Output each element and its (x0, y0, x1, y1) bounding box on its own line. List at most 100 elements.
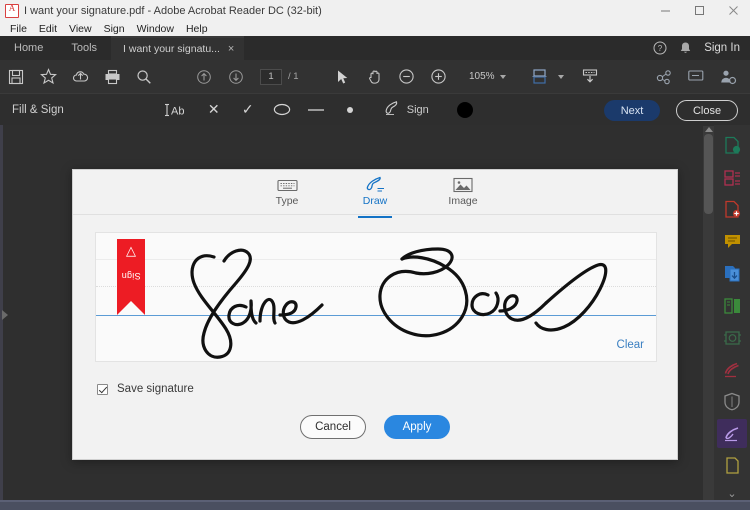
tab-document-label: I want your signatu... (123, 43, 220, 55)
rail-item-fill-sign[interactable] (717, 419, 747, 448)
save-icon[interactable] (0, 60, 32, 93)
rail-item-more-tools[interactable] (717, 451, 747, 480)
tab-type-label: Type (276, 195, 299, 207)
circle-tool[interactable] (272, 100, 292, 120)
notification-bell-icon[interactable] (679, 41, 692, 55)
select-cursor-icon[interactable] (327, 60, 359, 93)
fill-sign-title: Fill & Sign (12, 104, 64, 116)
dot-tool[interactable] (340, 100, 360, 120)
rail-item-protect[interactable] (717, 387, 747, 416)
add-bookmark-star-icon[interactable] (32, 60, 64, 93)
tab-tools[interactable]: Tools (57, 42, 111, 54)
rail-item-create-pdf[interactable] (717, 131, 747, 160)
window-controls (648, 0, 750, 21)
menu-window[interactable]: Window (131, 23, 180, 35)
next-button[interactable]: Next (604, 100, 660, 121)
pdf-document-icon (5, 4, 19, 18)
menu-edit[interactable]: Edit (33, 23, 63, 35)
svg-text:?: ? (658, 44, 663, 53)
acrobat-reader-window: I want your signature.pdf - Adobe Acroba… (0, 0, 750, 510)
tab-type[interactable]: Type (258, 176, 316, 209)
rail-item-export-pdf[interactable] (717, 195, 747, 224)
rail-item-organize-pages[interactable] (717, 163, 747, 192)
color-swatch-button[interactable] (457, 102, 473, 118)
line-tool[interactable] (306, 100, 326, 120)
signature-mode-tabs: Type Draw Image (73, 170, 677, 215)
fill-sign-toolbar: Fill & Sign Ab ✕ ✓ Sign Next Close (0, 93, 750, 125)
print-icon[interactable] (96, 60, 128, 93)
tab-home[interactable]: Home (0, 42, 57, 54)
page-current-input[interactable]: 1 (260, 69, 282, 85)
sign-in-button[interactable]: Sign In (704, 42, 744, 54)
help-circle-icon[interactable]: ? (653, 41, 667, 55)
tab-strip: Home Tools I want your signatu... × (0, 36, 750, 60)
chevron-down-icon[interactable] (500, 75, 506, 79)
save-signature-checkbox[interactable] (97, 384, 108, 395)
dialog-actions: Cancel Apply (73, 415, 677, 439)
menu-help[interactable]: Help (180, 23, 214, 35)
zoom-level-label: 105% (467, 71, 495, 82)
os-taskbar (0, 500, 750, 510)
save-signature-row[interactable]: Save signature (97, 383, 194, 395)
rail-more-chevron-icon[interactable]: ⌄ (727, 487, 736, 500)
hand-pan-icon[interactable] (359, 60, 391, 93)
tools-rail: ⌄ (714, 125, 750, 500)
minimize-icon[interactable] (648, 0, 682, 21)
tabstrip-right-controls: ? Sign In (653, 36, 744, 60)
zoom-out-icon[interactable] (391, 60, 423, 93)
upload-cloud-icon[interactable] (64, 60, 96, 93)
expand-left-panel-icon[interactable] (2, 310, 8, 320)
fill-sign-icon[interactable] (712, 60, 744, 93)
comment-icon[interactable] (680, 60, 712, 93)
signature-dialog: Type Draw Image △ (72, 169, 678, 460)
zoom-in-icon[interactable] (423, 60, 455, 93)
search-icon[interactable] (128, 60, 160, 93)
menu-file[interactable]: File (4, 23, 33, 35)
menu-bar: File Edit View Sign Window Help (0, 21, 750, 36)
signature-canvas[interactable]: △ Sign (95, 232, 657, 362)
rail-item-request-signatures[interactable] (717, 355, 747, 384)
cross-mark-tool[interactable]: ✕ (204, 100, 224, 120)
add-text-tool[interactable]: Ab (164, 100, 190, 120)
fit-page-icon[interactable] (524, 60, 556, 93)
rail-item-compress[interactable] (717, 259, 747, 288)
title-bar: I want your signature.pdf - Adobe Acroba… (0, 0, 750, 21)
close-tab-icon[interactable]: × (228, 43, 234, 55)
sign-tool-button[interactable]: Sign (384, 100, 429, 119)
tab-draw[interactable]: Draw (346, 176, 404, 209)
close-button[interactable]: Close (676, 100, 738, 121)
share-icon[interactable] (648, 60, 680, 93)
tab-image-label: Image (448, 195, 477, 207)
page-number-field[interactable]: 1 / 1 (260, 69, 299, 85)
apply-button[interactable]: Apply (384, 415, 450, 439)
zoom-level-control[interactable]: 105% (467, 71, 506, 82)
image-picture-icon (453, 176, 473, 193)
checkmark-tool[interactable]: ✓ (238, 100, 258, 120)
cancel-button[interactable]: Cancel (300, 415, 366, 439)
save-signature-label: Save signature (117, 383, 194, 395)
menu-sign[interactable]: Sign (98, 23, 131, 35)
rail-item-comment[interactable] (717, 227, 747, 256)
vertical-scrollbar[interactable] (703, 126, 714, 500)
keyboard-icon (277, 176, 298, 193)
page-scroll-icon[interactable] (574, 60, 606, 93)
signature-drawing (96, 233, 657, 362)
maximize-icon[interactable] (682, 0, 716, 21)
main-toolbar: 1 / 1 105% (0, 60, 750, 93)
tab-document[interactable]: I want your signatu... × (111, 36, 244, 60)
rail-item-edit-pdf[interactable] (717, 291, 747, 320)
menu-view[interactable]: View (63, 23, 98, 35)
draw-pen-icon (364, 176, 386, 193)
svg-text:Ab: Ab (171, 105, 184, 117)
scroll-up-icon[interactable] (705, 127, 713, 132)
sign-pen-icon (384, 100, 402, 119)
clear-link[interactable]: Clear (617, 339, 644, 351)
close-icon[interactable] (716, 0, 750, 21)
previous-page-icon[interactable] (188, 60, 220, 93)
rail-item-scan-ocr[interactable] (717, 323, 747, 352)
tab-draw-label: Draw (363, 195, 388, 207)
fit-chevron-down-icon[interactable] (558, 75, 564, 79)
tab-image[interactable]: Image (434, 176, 492, 209)
scrollbar-thumb[interactable] (704, 134, 713, 214)
next-page-icon[interactable] (220, 60, 252, 93)
